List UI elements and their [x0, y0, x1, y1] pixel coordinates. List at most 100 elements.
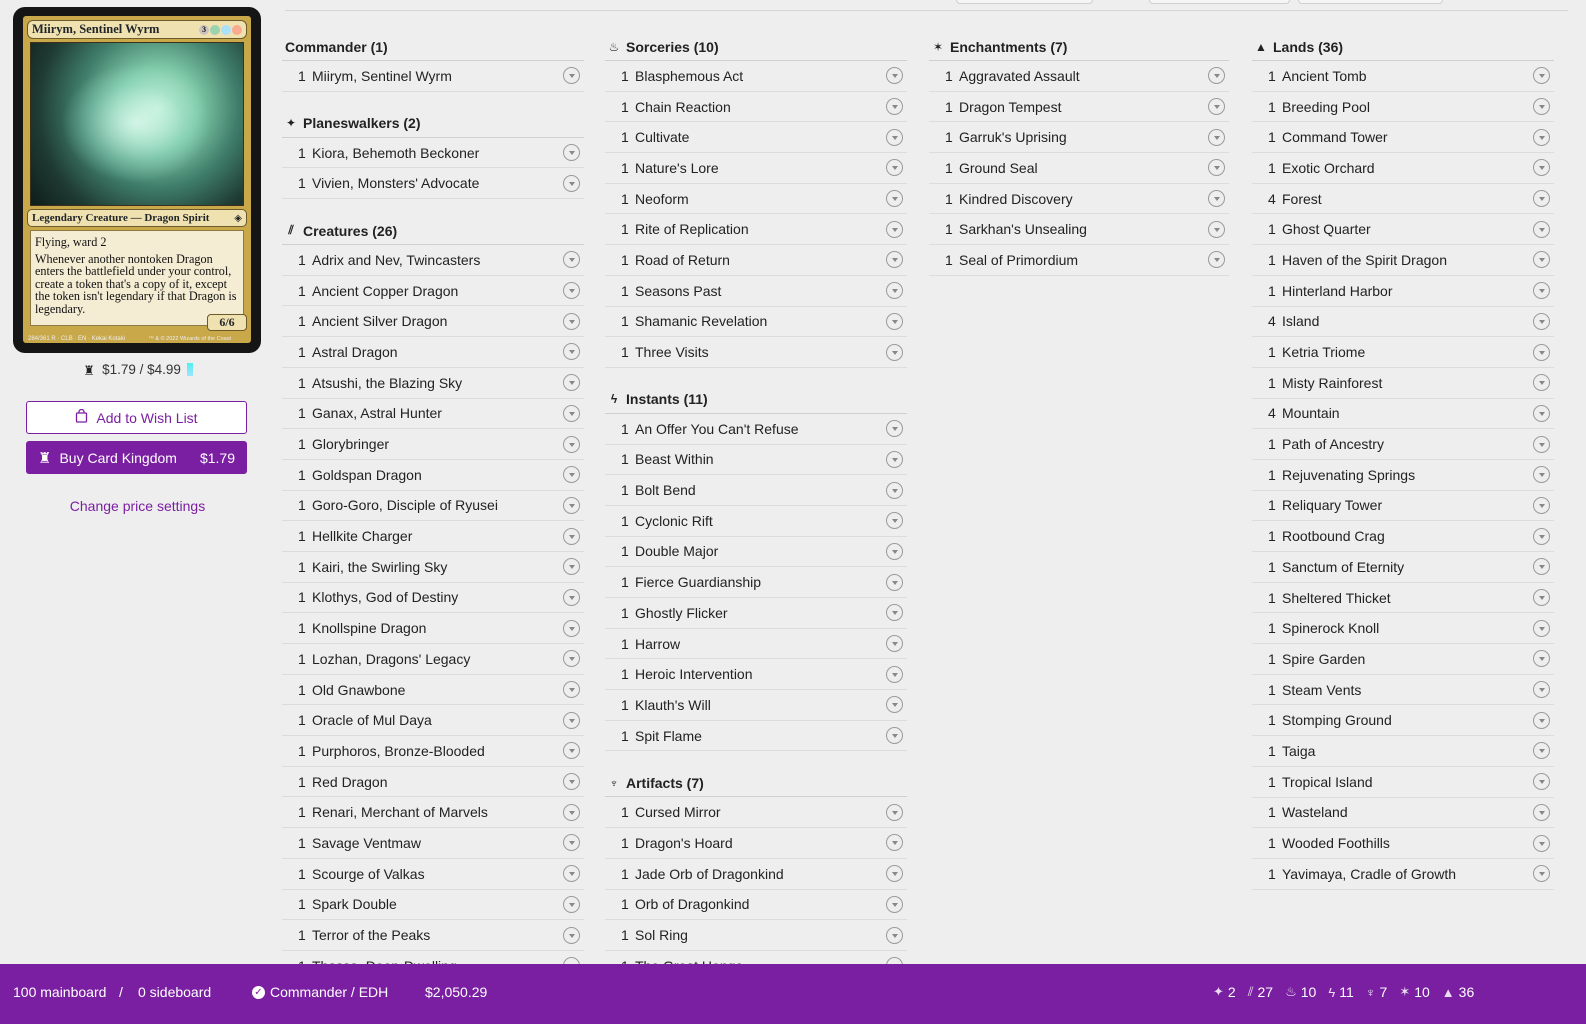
card-name[interactable]: Yavimaya, Cradle of Growth — [1282, 866, 1533, 882]
chevron-down-icon[interactable] — [563, 251, 580, 269]
card-name[interactable]: Bolt Bend — [635, 482, 886, 498]
card-name[interactable]: Dragon's Hoard — [635, 835, 886, 851]
card-name[interactable]: Breeding Pool — [1282, 99, 1533, 115]
section-header[interactable]: ⫽ Creatures (26) — [282, 217, 584, 246]
chevron-down-icon[interactable] — [886, 159, 903, 177]
card-row[interactable]: 1 Spinerock Knoll — [1252, 613, 1554, 645]
card-row[interactable]: 4 Forest — [1252, 184, 1554, 215]
card-row[interactable]: 1 Old Gnawbone — [282, 675, 584, 706]
type-count[interactable]: ✶ 10 — [1399, 984, 1429, 1000]
card-row[interactable]: 1 Scourge of Valkas — [282, 859, 584, 890]
chevron-down-icon[interactable] — [886, 542, 903, 560]
card-name[interactable]: Ghostly Flicker — [635, 605, 886, 621]
card-name[interactable]: Mountain — [1282, 405, 1533, 421]
card-row[interactable]: 1 Blasphemous Act — [605, 61, 907, 92]
card-row[interactable]: 1 Wasteland — [1252, 798, 1554, 829]
chevron-down-icon[interactable] — [563, 496, 580, 514]
card-row[interactable]: 1 Spit Flame — [605, 721, 907, 752]
format-indicator[interactable]: ✓ Commander / EDH — [252, 984, 388, 1000]
chevron-down-icon[interactable] — [886, 865, 903, 883]
card-row[interactable]: 1 Stomping Ground — [1252, 705, 1554, 737]
card-row[interactable]: 1 Adrix and Nev, Twincasters — [282, 245, 584, 276]
chevron-down-icon[interactable] — [563, 558, 580, 576]
card-row[interactable]: 1 Dragon's Hoard — [605, 828, 907, 859]
card-row[interactable]: 1 Spire Garden — [1252, 644, 1554, 675]
card-row[interactable]: 1 Ketria Triome — [1252, 337, 1554, 368]
chevron-down-icon[interactable] — [886, 450, 903, 468]
chevron-down-icon[interactable] — [563, 144, 580, 162]
card-name[interactable]: Miirym, Sentinel Wyrm — [312, 68, 563, 84]
type-count[interactable]: ▲ 36 — [1442, 984, 1474, 1000]
card-row[interactable]: 1 Misty Rainforest — [1252, 368, 1554, 399]
chevron-down-icon[interactable] — [1533, 496, 1550, 514]
card-name[interactable]: Path of Ancestry — [1282, 436, 1533, 452]
card-name[interactable]: Knollspine Dragon — [312, 620, 563, 636]
card-name[interactable]: Astral Dragon — [312, 344, 563, 360]
chevron-down-icon[interactable] — [563, 650, 580, 668]
chevron-down-icon[interactable] — [1208, 220, 1225, 238]
card-name[interactable]: Orb of Dragonkind — [635, 896, 886, 912]
card-name[interactable]: Spit Flame — [635, 728, 886, 744]
card-row[interactable]: 1 Klothys, God of Destiny — [282, 583, 584, 614]
card-row[interactable]: 1 Hinterland Harbor — [1252, 276, 1554, 307]
card-name[interactable]: Stomping Ground — [1282, 712, 1533, 728]
filter-input-fragment[interactable] — [1149, 0, 1290, 4]
card-name[interactable]: Terror of the Peaks — [312, 927, 563, 943]
card-row[interactable]: 1 Spark Double — [282, 890, 584, 921]
card-name[interactable]: Misty Rainforest — [1282, 375, 1533, 391]
card-row[interactable]: 1 Savage Ventmaw — [282, 828, 584, 859]
chevron-down-icon[interactable] — [886, 512, 903, 530]
card-name[interactable]: Savage Ventmaw — [312, 835, 563, 851]
card-name[interactable]: Ground Seal — [959, 160, 1208, 176]
chevron-down-icon[interactable] — [1533, 404, 1550, 422]
card-row[interactable]: 1 Purphoros, Bronze-Blooded — [282, 736, 584, 767]
card-name[interactable]: Shamanic Revelation — [635, 313, 886, 329]
card-row[interactable]: 1 Kindred Discovery — [929, 184, 1229, 215]
card-name[interactable]: Atsushi, the Blazing Sky — [312, 375, 563, 391]
chevron-down-icon[interactable] — [886, 926, 903, 944]
card-row[interactable]: 1 Wooded Foothills — [1252, 828, 1554, 859]
card-row[interactable]: 1 Knollspine Dragon — [282, 613, 584, 644]
card-row[interactable]: 1 Ancient Copper Dragon — [282, 276, 584, 307]
card-name[interactable]: Kairi, the Swirling Sky — [312, 559, 563, 575]
chevron-down-icon[interactable] — [886, 895, 903, 913]
filter-input-fragment[interactable] — [1298, 0, 1443, 4]
card-name[interactable]: Klothys, God of Destiny — [312, 589, 563, 605]
chevron-down-icon[interactable] — [1208, 190, 1225, 208]
card-row[interactable]: 1 Atsushi, the Blazing Sky — [282, 368, 584, 399]
card-row[interactable]: 1 Double Major — [605, 537, 907, 568]
chevron-down-icon[interactable] — [1533, 558, 1550, 576]
chevron-down-icon[interactable] — [886, 573, 903, 591]
type-count[interactable]: ♨ 10 — [1285, 984, 1316, 1000]
chevron-down-icon[interactable] — [1533, 190, 1550, 208]
chevron-down-icon[interactable] — [563, 67, 580, 85]
card-name[interactable]: Command Tower — [1282, 129, 1533, 145]
chevron-down-icon[interactable] — [1533, 834, 1550, 852]
chevron-down-icon[interactable] — [1533, 435, 1550, 453]
chevron-down-icon[interactable] — [1533, 589, 1550, 607]
chevron-down-icon[interactable] — [1533, 128, 1550, 146]
card-name[interactable]: Double Major — [635, 543, 886, 559]
chevron-down-icon[interactable] — [886, 803, 903, 821]
card-row[interactable]: 1 Astral Dragon — [282, 337, 584, 368]
section-header[interactable]: ▲ Lands (36) — [1252, 33, 1554, 61]
card-row[interactable]: 1 Sol Ring — [605, 920, 907, 951]
chevron-down-icon[interactable] — [886, 727, 903, 745]
card-name[interactable]: Cultivate — [635, 129, 886, 145]
card-row[interactable]: 1 Goldspan Dragon — [282, 460, 584, 491]
card-row[interactable]: 1 Ancient Silver Dragon — [282, 306, 584, 338]
add-to-wish-list-button[interactable]: Add to Wish List — [26, 401, 247, 434]
card-name[interactable]: Red Dragon — [312, 774, 563, 790]
chevron-down-icon[interactable] — [1533, 343, 1550, 361]
chevron-down-icon[interactable] — [1533, 98, 1550, 116]
card-row[interactable]: 1 Tropical Island — [1252, 767, 1554, 798]
chevron-down-icon[interactable] — [1208, 128, 1225, 146]
card-row[interactable]: 1 Dragon Tempest — [929, 92, 1229, 123]
chevron-down-icon[interactable] — [563, 803, 580, 821]
chevron-down-icon[interactable] — [563, 834, 580, 852]
card-name[interactable]: Exotic Orchard — [1282, 160, 1533, 176]
card-name[interactable]: Ganax, Astral Hunter — [312, 405, 563, 421]
card-row[interactable]: 1 Jade Orb of Dragonkind — [605, 859, 907, 890]
card-row[interactable]: 1 Steam Vents — [1252, 675, 1554, 706]
card-name[interactable]: Sol Ring — [635, 927, 886, 943]
